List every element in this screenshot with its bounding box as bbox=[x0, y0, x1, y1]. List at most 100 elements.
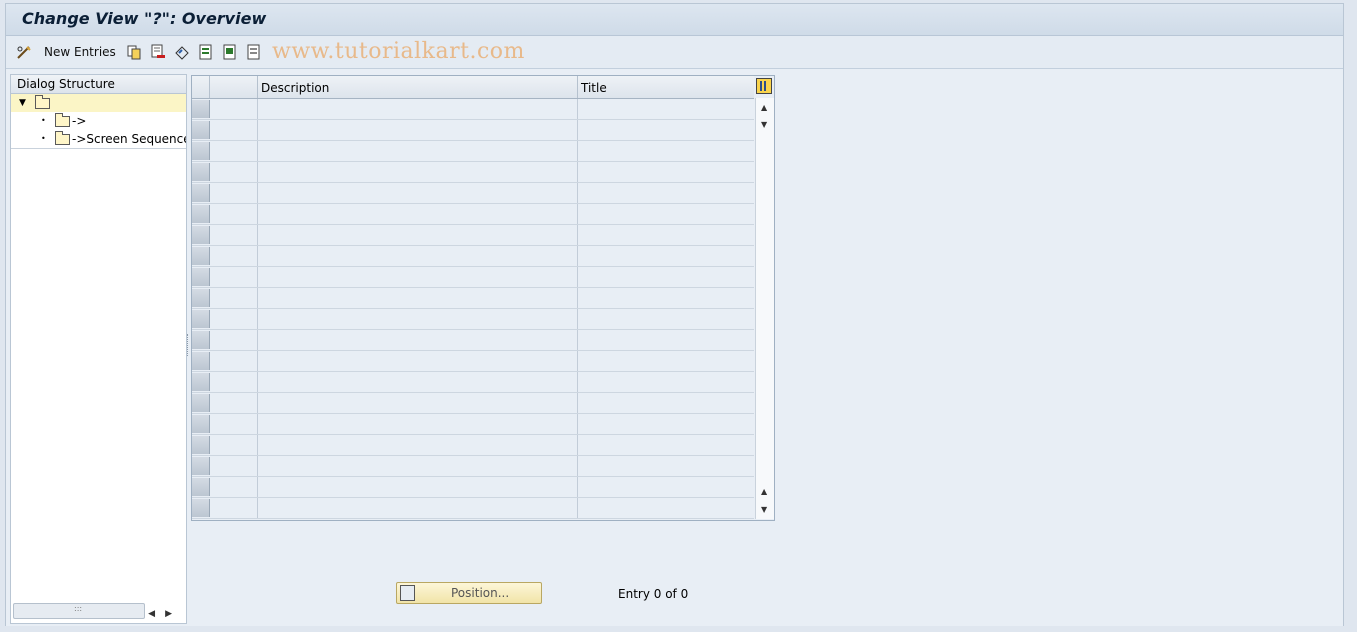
title-cell[interactable] bbox=[578, 435, 754, 455]
key-cell[interactable] bbox=[210, 435, 258, 455]
key-cell[interactable] bbox=[210, 162, 258, 182]
title-cell[interactable] bbox=[578, 456, 754, 476]
title-cell[interactable] bbox=[578, 246, 754, 266]
deselect-all-button[interactable] bbox=[246, 43, 262, 61]
row-selector[interactable] bbox=[192, 478, 210, 496]
position-button[interactable]: Position... bbox=[396, 582, 542, 604]
key-cell[interactable] bbox=[210, 393, 258, 413]
key-cell[interactable] bbox=[210, 141, 258, 161]
row-selector[interactable] bbox=[192, 226, 210, 244]
key-cell[interactable] bbox=[210, 225, 258, 245]
description-cell[interactable] bbox=[258, 414, 578, 434]
table-row[interactable] bbox=[192, 309, 754, 330]
table-row[interactable] bbox=[192, 351, 754, 372]
row-selector[interactable] bbox=[192, 415, 210, 433]
key-cell[interactable] bbox=[210, 477, 258, 497]
title-cell[interactable] bbox=[578, 330, 754, 350]
key-cell[interactable] bbox=[210, 456, 258, 476]
row-selector[interactable] bbox=[192, 247, 210, 265]
description-cell[interactable] bbox=[258, 393, 578, 413]
description-cell[interactable] bbox=[258, 330, 578, 350]
title-cell[interactable] bbox=[578, 309, 754, 329]
row-selector[interactable] bbox=[192, 331, 210, 349]
title-cell[interactable] bbox=[578, 477, 754, 497]
table-row[interactable] bbox=[192, 477, 754, 498]
title-cell[interactable] bbox=[578, 372, 754, 392]
key-cell[interactable] bbox=[210, 267, 258, 287]
table-row[interactable] bbox=[192, 225, 754, 246]
select-all-button[interactable] bbox=[198, 43, 214, 61]
key-cell[interactable] bbox=[210, 372, 258, 392]
scroll-down-icon[interactable]: ▼ bbox=[761, 120, 767, 129]
key-cell[interactable] bbox=[210, 246, 258, 266]
row-selector[interactable] bbox=[192, 310, 210, 328]
title-cell[interactable] bbox=[578, 288, 754, 308]
table-row[interactable] bbox=[192, 372, 754, 393]
row-selector[interactable] bbox=[192, 163, 210, 181]
description-cell[interactable] bbox=[258, 477, 578, 497]
title-cell[interactable] bbox=[578, 225, 754, 245]
title-cell[interactable] bbox=[578, 351, 754, 371]
scroll-arrows[interactable]: ◀▶ bbox=[148, 609, 182, 619]
select-block-button[interactable] bbox=[222, 43, 238, 61]
key-cell[interactable] bbox=[210, 120, 258, 140]
table-row[interactable] bbox=[192, 435, 754, 456]
table-row[interactable] bbox=[192, 141, 754, 162]
title-cell[interactable] bbox=[578, 141, 754, 161]
description-cell[interactable] bbox=[258, 435, 578, 455]
table-row[interactable] bbox=[192, 162, 754, 183]
table-row[interactable] bbox=[192, 246, 754, 267]
title-cell[interactable] bbox=[578, 393, 754, 413]
column-header-title[interactable]: Title bbox=[578, 76, 754, 98]
delete-button[interactable] bbox=[150, 43, 166, 61]
title-cell[interactable] bbox=[578, 183, 754, 203]
table-row[interactable] bbox=[192, 267, 754, 288]
title-cell[interactable] bbox=[578, 414, 754, 434]
description-cell[interactable] bbox=[258, 225, 578, 245]
column-header-description[interactable]: Description bbox=[258, 76, 578, 98]
table-row[interactable] bbox=[192, 330, 754, 351]
table-row[interactable] bbox=[192, 183, 754, 204]
column-settings-icon[interactable] bbox=[756, 78, 772, 94]
row-selector[interactable] bbox=[192, 352, 210, 370]
row-selector[interactable] bbox=[192, 457, 210, 475]
description-cell[interactable] bbox=[258, 183, 578, 203]
row-selector[interactable] bbox=[192, 205, 210, 223]
description-cell[interactable] bbox=[258, 204, 578, 224]
row-selector[interactable] bbox=[192, 394, 210, 412]
table-row[interactable] bbox=[192, 120, 754, 141]
description-cell[interactable] bbox=[258, 288, 578, 308]
column-header-key[interactable] bbox=[210, 76, 258, 98]
table-row[interactable] bbox=[192, 288, 754, 309]
table-row[interactable] bbox=[192, 414, 754, 435]
row-selector[interactable] bbox=[192, 121, 210, 139]
description-cell[interactable] bbox=[258, 267, 578, 287]
description-cell[interactable] bbox=[258, 498, 578, 518]
title-cell[interactable] bbox=[578, 162, 754, 182]
new-entries-button[interactable]: New Entries bbox=[16, 43, 116, 61]
table-row[interactable] bbox=[192, 498, 754, 519]
description-cell[interactable] bbox=[258, 351, 578, 371]
description-cell[interactable] bbox=[258, 99, 578, 119]
description-cell[interactable] bbox=[258, 309, 578, 329]
table-row[interactable] bbox=[192, 99, 754, 120]
key-cell[interactable] bbox=[210, 99, 258, 119]
scroll-up-icon[interactable]: ▲ bbox=[761, 103, 767, 112]
expand-triangle-icon[interactable]: ▼ bbox=[19, 94, 26, 112]
key-cell[interactable] bbox=[210, 309, 258, 329]
title-cell[interactable] bbox=[578, 120, 754, 140]
table-row[interactable] bbox=[192, 204, 754, 225]
table-row[interactable] bbox=[192, 393, 754, 414]
row-selector[interactable] bbox=[192, 184, 210, 202]
key-cell[interactable] bbox=[210, 498, 258, 518]
page-down-icon[interactable]: ▼ bbox=[761, 505, 767, 514]
row-selector[interactable] bbox=[192, 436, 210, 454]
table-row[interactable] bbox=[192, 456, 754, 477]
key-cell[interactable] bbox=[210, 204, 258, 224]
description-cell[interactable] bbox=[258, 141, 578, 161]
tree-node-root[interactable]: ▼ bbox=[11, 94, 186, 112]
row-selector[interactable] bbox=[192, 289, 210, 307]
tree-node-screen-sequences[interactable]: • ->Screen Sequences bbox=[11, 130, 186, 149]
description-cell[interactable] bbox=[258, 372, 578, 392]
title-cell[interactable] bbox=[578, 267, 754, 287]
